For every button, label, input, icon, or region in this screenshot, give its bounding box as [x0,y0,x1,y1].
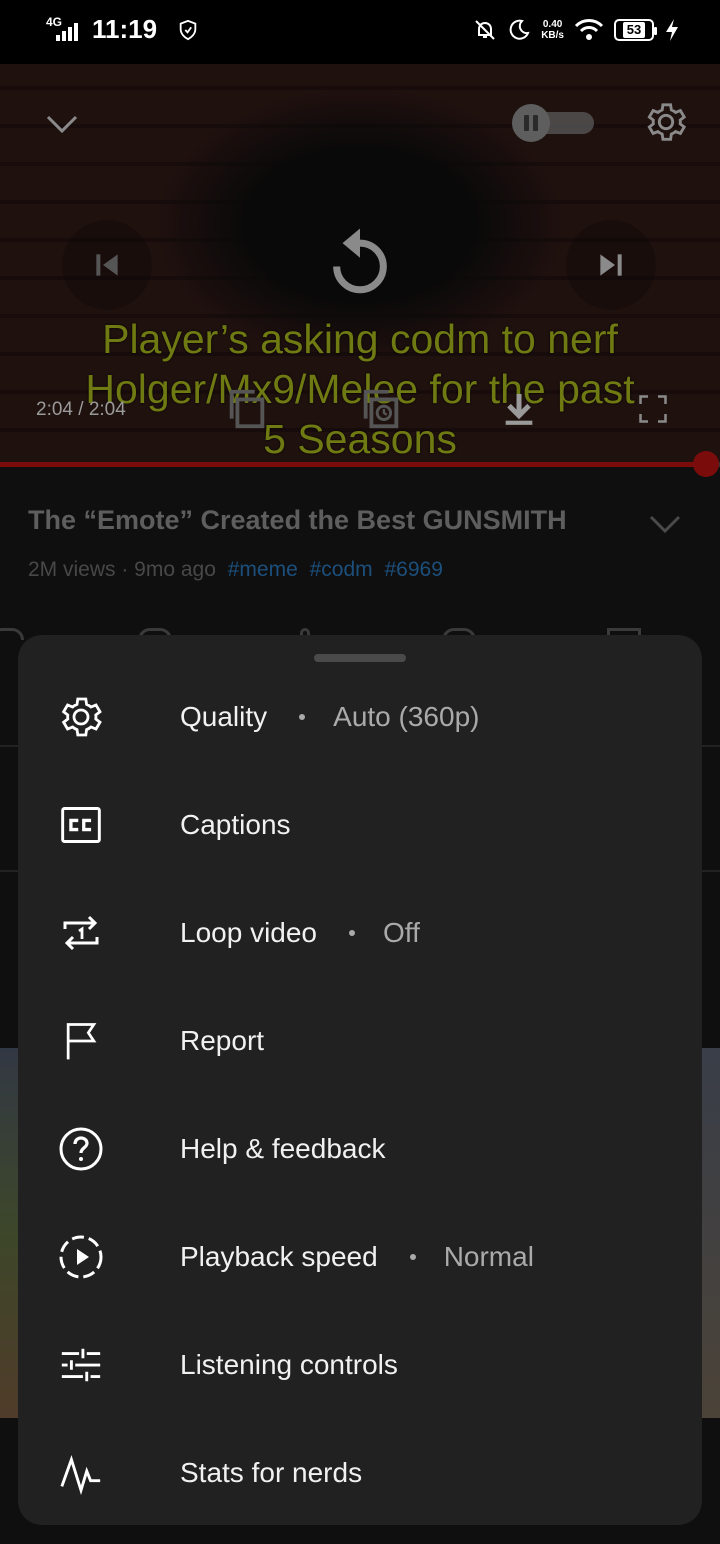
menu-item-label: Listening controls [180,1349,398,1380]
menu-item-quality[interactable]: Quality Auto (360p) [18,663,702,771]
flag-icon [56,1016,106,1066]
menu-item-value: Auto (360p) [333,701,480,732]
charging-icon [666,19,678,41]
menu-item-label: Captions [180,809,291,840]
menu-item-label: Stats for nerds [180,1457,363,1488]
replay-icon[interactable] [315,220,405,310]
menu-item-stats-for-nerds[interactable]: Stats for nerds [18,1419,702,1527]
video-player[interactable]: Player’s asking codm to nerf Holger/Mx9/… [0,64,720,466]
menu-item-label: Loop video [180,917,318,948]
battery-icon: 53 [614,19,657,41]
menu-item-label: Quality [180,701,268,732]
shield-icon [179,19,197,40]
playback-time: 2:04 / 2:04 [36,399,126,420]
previous-video-icon[interactable] [62,220,152,310]
gear-icon [56,692,106,742]
pause-icon [512,104,550,142]
scrubber-handle[interactable] [692,451,719,477]
expand-chevron-icon[interactable] [648,514,682,548]
cc-icon [56,800,106,850]
menu-item-report[interactable]: Report [18,987,702,1095]
watch-later-icon[interactable] [356,384,406,434]
stats-icon [56,1448,106,1498]
recommended-thumbnail [702,1048,720,1418]
settings-gear-icon[interactable] [640,96,692,148]
autoplay-toggle[interactable] [512,104,594,142]
download-icon[interactable] [494,384,544,434]
hashtag[interactable]: #6969 [385,558,443,581]
menu-item-help-feedback[interactable]: Help & feedback [18,1095,702,1203]
loop-icon [56,908,106,958]
settings-menu: Quality Auto (360p) Captions Loop video … [18,663,702,1527]
next-video-icon[interactable] [566,220,656,310]
hashtag[interactable]: #codm [310,558,373,581]
notifications-off-icon [475,20,495,40]
menu-item-loop-video[interactable]: Loop video Off [18,879,702,987]
fullscreen-icon[interactable] [630,386,676,432]
menu-item-label: Playback speed [180,1241,378,1272]
drag-handle[interactable] [314,654,406,662]
minimize-chevron-icon[interactable] [40,102,84,146]
wifi-icon [574,19,604,40]
moon-icon [509,19,530,40]
video-metadata: 2M views · 9mo ago #meme #codm #6969 [28,558,443,581]
signal-icon: 4G [46,15,84,45]
playback-speed-icon [56,1232,106,1282]
menu-item-value: Normal [443,1241,534,1272]
settings-bottom-sheet: Quality Auto (360p) Captions Loop video … [18,635,702,1525]
menu-item-label: Help & feedback [180,1133,386,1164]
menu-item-playback-speed[interactable]: Playback speed Normal [18,1203,702,1311]
progress-bar[interactable] [0,451,720,477]
network-speed: 0.40 KB/s [541,19,564,41]
menu-item-listening-controls[interactable]: Listening controls [18,1311,702,1419]
menu-item-captions[interactable]: Captions [18,771,702,879]
menu-item-value: Off [383,917,420,948]
menu-item-label: Report [180,1025,265,1056]
status-bar: 4G 11:19 0.40 KB/s 53 [0,0,720,64]
sliders-icon [56,1340,106,1390]
hashtag[interactable]: #meme [228,558,298,581]
video-title[interactable]: The “Emote” Created the Best GUNSMITH [28,505,567,536]
clock: 11:19 [92,14,158,44]
help-icon [56,1124,106,1174]
copy-icon[interactable] [222,384,272,434]
recommended-thumbnail [0,1048,18,1418]
